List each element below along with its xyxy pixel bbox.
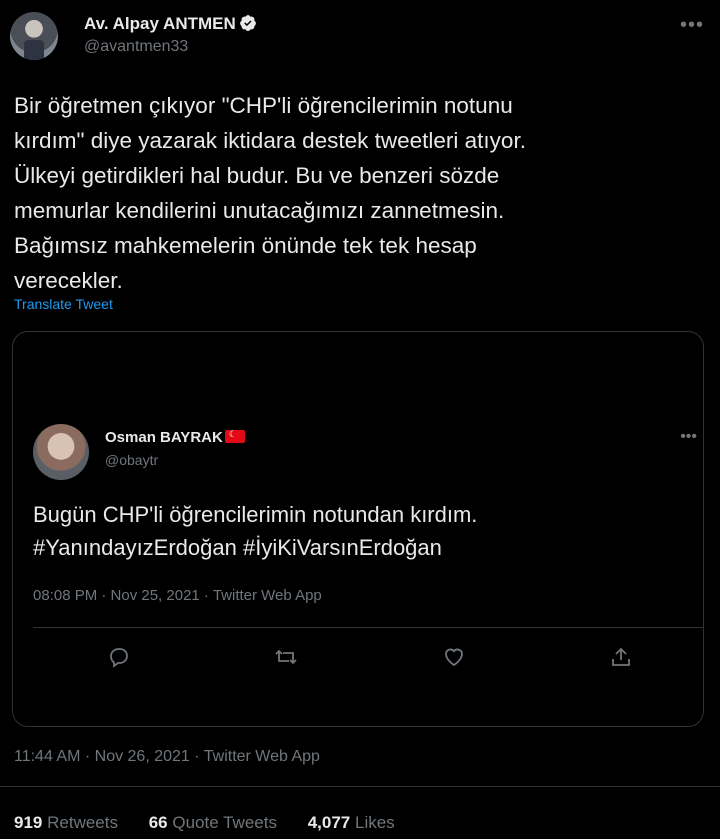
- quote-tweets-label: Quote Tweets: [172, 813, 277, 832]
- engagement-stats: 919 Retweets 66 Quote Tweets 4,077 Likes: [14, 813, 395, 833]
- quoted-more-options-icon[interactable]: •••: [680, 428, 697, 446]
- quoted-tweet-timestamp[interactable]: 08:08 PM · Nov 25, 2021 · Twitter Web Ap…: [33, 587, 322, 604]
- quoted-author-avatar[interactable]: [33, 424, 89, 480]
- retweets-count: 919: [14, 813, 43, 832]
- author-handle[interactable]: @avantmen33: [84, 38, 188, 56]
- tweet-text: Bir öğretmen çıkıyor "CHP'li öğrencileri…: [14, 93, 526, 293]
- likes-label: Likes: [354, 813, 395, 832]
- divider: [0, 786, 720, 787]
- like-icon[interactable]: [442, 645, 466, 669]
- share-icon[interactable]: [609, 645, 633, 669]
- author-name[interactable]: Av. Alpay ANTMEN: [84, 14, 236, 33]
- author-avatar[interactable]: [10, 12, 58, 60]
- retweet-icon[interactable]: [274, 645, 298, 669]
- quote-tweets-stat[interactable]: 66 Quote Tweets: [149, 813, 277, 832]
- quoted-tweet-card[interactable]: Osman BAYRAK @obaytr ••• Bugün CHP'li öğ…: [12, 331, 704, 727]
- reply-icon[interactable]: [107, 645, 131, 669]
- more-options-icon[interactable]: •••: [680, 14, 704, 37]
- turkey-flag-icon: [224, 429, 245, 443]
- tweet-timestamp[interactable]: 11:44 AM · Nov 26, 2021 · Twitter Web Ap…: [14, 748, 320, 766]
- author-name-row[interactable]: Av. Alpay ANTMEN: [84, 14, 257, 34]
- quoted-tweet-text: Bugün CHP'li öğrencilerimin notundan kır…: [33, 502, 478, 560]
- retweets-stat[interactable]: 919 Retweets: [14, 813, 118, 832]
- likes-count: 4,077: [307, 813, 351, 832]
- translate-tweet-link[interactable]: Translate Tweet: [14, 296, 113, 312]
- verified-badge-icon: [239, 15, 256, 31]
- retweets-label: Retweets: [47, 813, 118, 832]
- quoted-divider: [33, 627, 703, 628]
- quote-tweets-count: 66: [148, 813, 168, 832]
- quoted-author-name-row[interactable]: Osman BAYRAK: [105, 429, 245, 446]
- quoted-author-name[interactable]: Osman BAYRAK: [105, 429, 223, 446]
- likes-stat[interactable]: 4,077 Likes: [308, 813, 395, 832]
- quoted-author-handle[interactable]: @obaytr: [105, 452, 158, 468]
